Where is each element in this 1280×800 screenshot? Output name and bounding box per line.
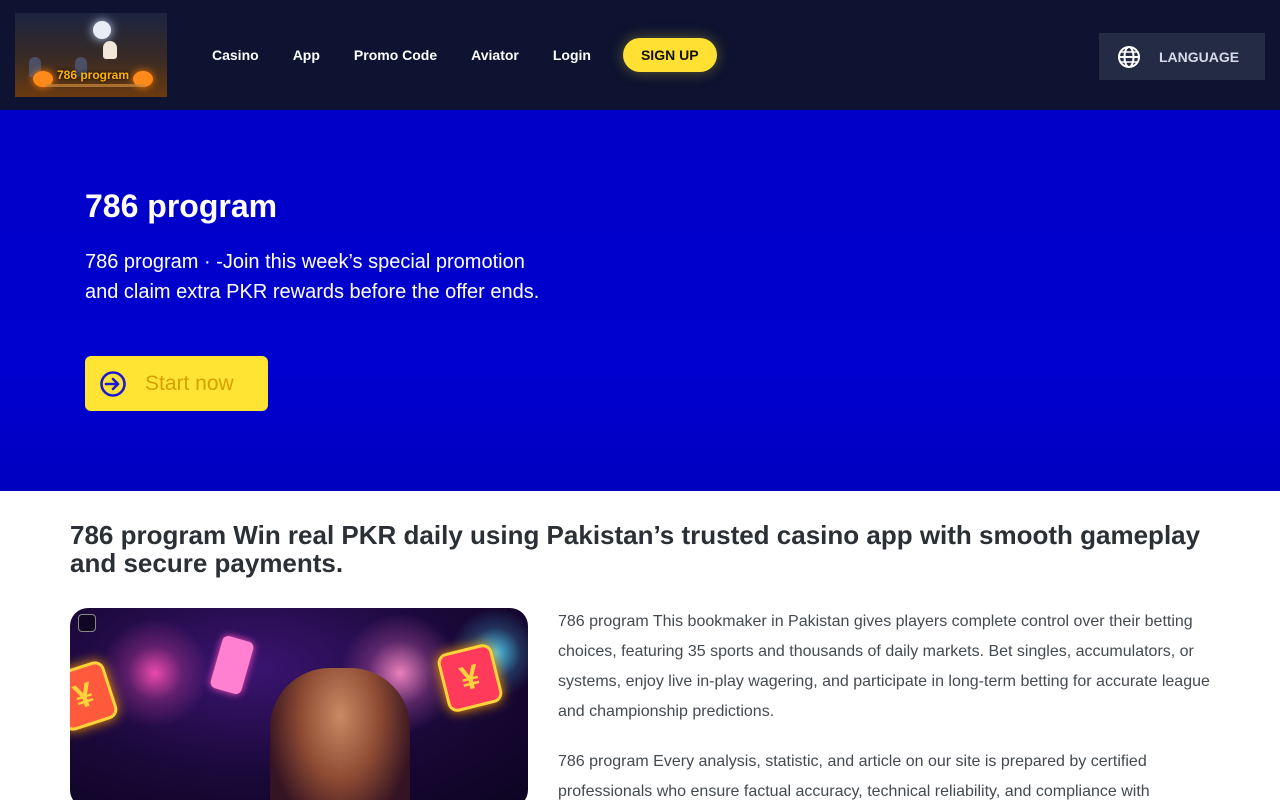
nav-aviator[interactable]: Aviator (471, 47, 519, 63)
nav-promo-code[interactable]: Promo Code (354, 47, 437, 63)
article-paragraph: 786 program This bookmaker in Pakistan g… (558, 613, 1210, 720)
nav-app[interactable]: App (293, 47, 320, 63)
logo-text: 786 program (57, 68, 130, 82)
article-text: 786 program This bookmaker in Pakistan g… (558, 607, 1220, 800)
arrow-right-circle-icon (100, 370, 126, 397)
hero-description: 786 program · -Join this week’s special … (85, 251, 540, 303)
main-content: 786 program Win real PKR daily using Pak… (0, 491, 1280, 800)
logo-subtitle-line (45, 84, 145, 87)
start-now-button[interactable]: Start now (85, 356, 268, 411)
ghost-graphic (103, 41, 117, 59)
celebrating-woman-graphic (270, 668, 410, 800)
language-label: LANGUAGE (1159, 48, 1240, 65)
phone-graphic (209, 634, 255, 696)
language-selector[interactable]: LANGUAGE (1099, 33, 1265, 80)
promo-image: ¥ ¥ (70, 608, 528, 800)
nav-login[interactable]: Login (553, 47, 591, 63)
signup-button[interactable]: SIGN UP (622, 38, 717, 72)
ai-badge-icon (78, 614, 96, 632)
site-logo[interactable]: 786 program (15, 13, 167, 97)
start-now-label: Start now (145, 371, 234, 395)
hero-banner: 786 program 786 program · -Join this wee… (0, 110, 1280, 491)
site-header: 786 program Casino App Promo Code Aviato… (0, 0, 1280, 110)
main-nav: Casino App Promo Code Aviator Login SIGN… (212, 0, 717, 110)
article-paragraph: 786 program Every analysis, statistic, a… (558, 753, 1150, 800)
hero-title: 786 program (85, 188, 278, 224)
nav-casino[interactable]: Casino (212, 47, 259, 63)
moon-graphic (93, 21, 111, 39)
section-title: 786 program Win real PKR daily using Pak… (70, 520, 1201, 578)
globe-icon (1118, 45, 1140, 68)
